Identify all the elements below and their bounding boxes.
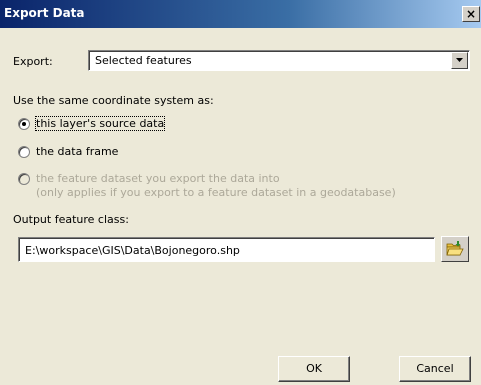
- export-data-dialog: Export Data × Export: Selected features …: [0, 0, 481, 385]
- radio-label-feature-dataset: the feature dataset you export the data …: [36, 172, 280, 185]
- export-dropdown-value: Selected features: [95, 54, 192, 67]
- dropdown-arrow-button[interactable]: [451, 52, 468, 69]
- export-label: Export:: [13, 55, 53, 68]
- cancel-button[interactable]: Cancel: [399, 356, 471, 382]
- title-bar[interactable]: Export Data ×: [0, 0, 481, 28]
- close-button[interactable]: ×: [462, 6, 480, 22]
- browse-button[interactable]: [441, 236, 469, 262]
- radio-button-layer-source[interactable]: [18, 118, 30, 130]
- output-feature-class-label: Output feature class:: [13, 213, 129, 226]
- radio-button-data-frame[interactable]: [18, 146, 30, 158]
- chevron-down-icon: [456, 58, 463, 62]
- output-path-input[interactable]: E:\workspace\GIS\Data\Bojonegoro.shp: [18, 237, 435, 262]
- radio-button-feature-dataset: [18, 173, 30, 185]
- radio-sublabel-feature-dataset: (only applies if you export to a feature…: [36, 186, 396, 199]
- ok-button[interactable]: OK: [278, 356, 350, 382]
- radio-label-layer-source[interactable]: this layer's source data: [34, 116, 166, 131]
- export-dropdown[interactable]: Selected features: [88, 50, 470, 71]
- open-folder-icon: [446, 241, 464, 256]
- dialog-title: Export Data: [4, 6, 85, 20]
- radio-label-data-frame[interactable]: the data frame: [36, 145, 118, 158]
- coordinate-system-heading: Use the same coordinate system as:: [13, 94, 214, 107]
